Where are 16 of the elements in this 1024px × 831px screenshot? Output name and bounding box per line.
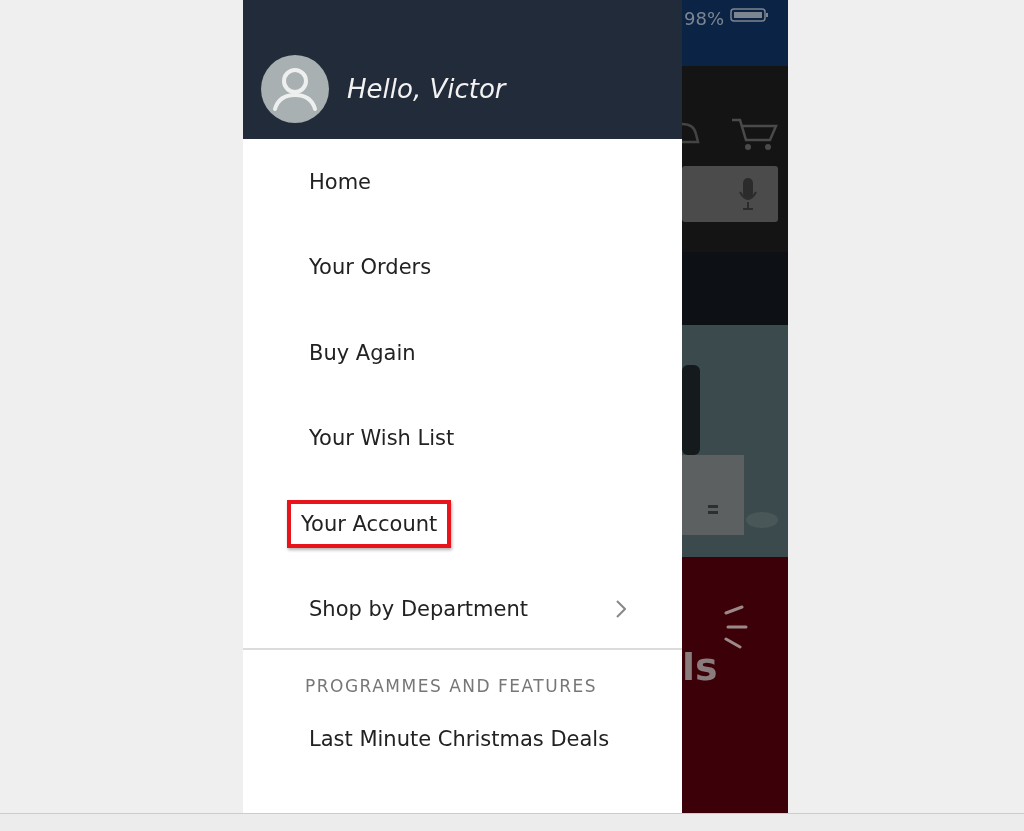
section-heading: PROGRAMMES AND FEATURES — [304, 675, 598, 696]
search-field[interactable] — [682, 166, 778, 222]
menu-item[interactable]: Your Wish List — [301, 414, 463, 463]
greeting-text: Hello, Victor — [347, 73, 506, 104]
menu-item[interactable]: Home — [301, 157, 379, 206]
menu-item[interactable]: Shop by Department — [301, 585, 536, 634]
battery-text: 98% — [684, 8, 724, 29]
menu-item[interactable]: Last Minute Christmas Deals — [301, 714, 618, 763]
avatar-icon — [261, 54, 329, 123]
cart-icon — [730, 116, 778, 152]
battery-icon — [730, 8, 770, 22]
banner-text: ls — [682, 645, 718, 689]
menu-item[interactable]: Your Account — [287, 499, 452, 548]
menu-item[interactable]: Buy Again — [301, 328, 424, 377]
menu-item[interactable]: Your Orders — [301, 243, 440, 292]
microphone-icon — [738, 176, 758, 212]
